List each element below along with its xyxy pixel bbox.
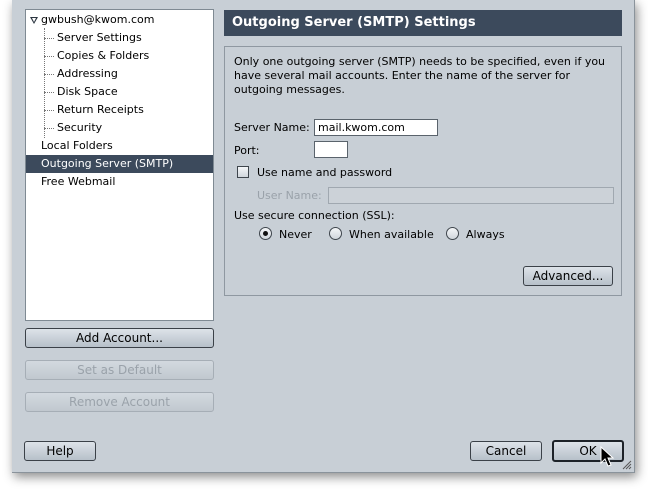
disclosure-triangle-icon[interactable] — [30, 17, 38, 24]
user-name-label: User Name: — [257, 189, 322, 202]
tree-item-return-receipts[interactable]: Return Receipts — [26, 101, 213, 119]
port-input[interactable] — [314, 141, 348, 158]
cancel-button[interactable]: Cancel — [470, 441, 542, 461]
ssl-always-label: Always — [466, 228, 505, 241]
tree-item-server-settings[interactable]: Server Settings — [26, 29, 213, 47]
panel-title: Outgoing Server (SMTP) Settings — [224, 10, 622, 36]
ssl-never-label: Never — [279, 228, 312, 241]
advanced-button[interactable]: Advanced... — [523, 266, 613, 286]
radio-selected-dot — [263, 231, 268, 236]
tree-item-label: Local Folders — [41, 139, 113, 152]
tree-item-label: Disk Space — [57, 85, 118, 98]
tree-item-disk-space[interactable]: Disk Space — [26, 83, 213, 101]
resize-grip-icon[interactable] — [620, 458, 632, 470]
use-name-password-label: Use name and password — [257, 166, 393, 179]
tree-item-security[interactable]: Security — [26, 119, 213, 137]
remove-account-button[interactable]: Remove Account — [25, 392, 214, 412]
mouse-pointer-icon — [600, 446, 615, 467]
description-text: Only one outgoing server (SMTP) needs to… — [234, 55, 606, 96]
tree-item-label: Server Settings — [57, 31, 142, 44]
tree-item-label: Security — [57, 121, 103, 134]
tree-item-label: Return Receipts — [57, 103, 144, 116]
tree-item-local-folders[interactable]: Local Folders — [26, 137, 213, 155]
ssl-when-available-label: When available — [349, 228, 434, 241]
set-as-default-button[interactable]: Set as Default — [25, 360, 214, 380]
port-label: Port: — [234, 144, 260, 157]
user-name-input[interactable] — [328, 187, 614, 204]
tree-item-outgoing-server[interactable]: Outgoing Server (SMTP) — [26, 155, 213, 173]
server-name-label: Server Name: — [234, 121, 310, 134]
tree-account[interactable]: gwbush@kwom.com — [26, 11, 213, 29]
ssl-always-radio[interactable] — [446, 227, 459, 240]
tree-item-label: Copies & Folders — [57, 49, 150, 62]
account-tree[interactable]: gwbush@kwom.com Server Settings Copies &… — [25, 9, 214, 321]
tree-item-label: Free Webmail — [41, 175, 116, 188]
help-button[interactable]: Help — [24, 441, 96, 461]
ssl-never-radio[interactable] — [259, 227, 272, 240]
add-account-button[interactable]: Add Account... — [25, 328, 214, 348]
tree-account-label: gwbush@kwom.com — [41, 13, 155, 26]
ssl-when-available-radio[interactable] — [329, 227, 342, 240]
tree-item-label: Addressing — [57, 67, 118, 80]
server-name-input[interactable]: mail.kwom.com — [314, 119, 438, 136]
tree-item-addressing[interactable]: Addressing — [26, 65, 213, 83]
tree-item-copies-folders[interactable]: Copies & Folders — [26, 47, 213, 65]
smtp-settings-panel: Only one outgoing server (SMTP) needs to… — [224, 46, 622, 296]
account-settings-window: gwbush@kwom.com Server Settings Copies &… — [12, 0, 635, 473]
use-name-password-checkbox[interactable] — [237, 166, 249, 178]
tree-item-label: Outgoing Server (SMTP) — [41, 157, 174, 170]
ssl-label: Use secure connection (SSL): — [234, 209, 395, 222]
tree-item-free-webmail[interactable]: Free Webmail — [26, 173, 213, 191]
